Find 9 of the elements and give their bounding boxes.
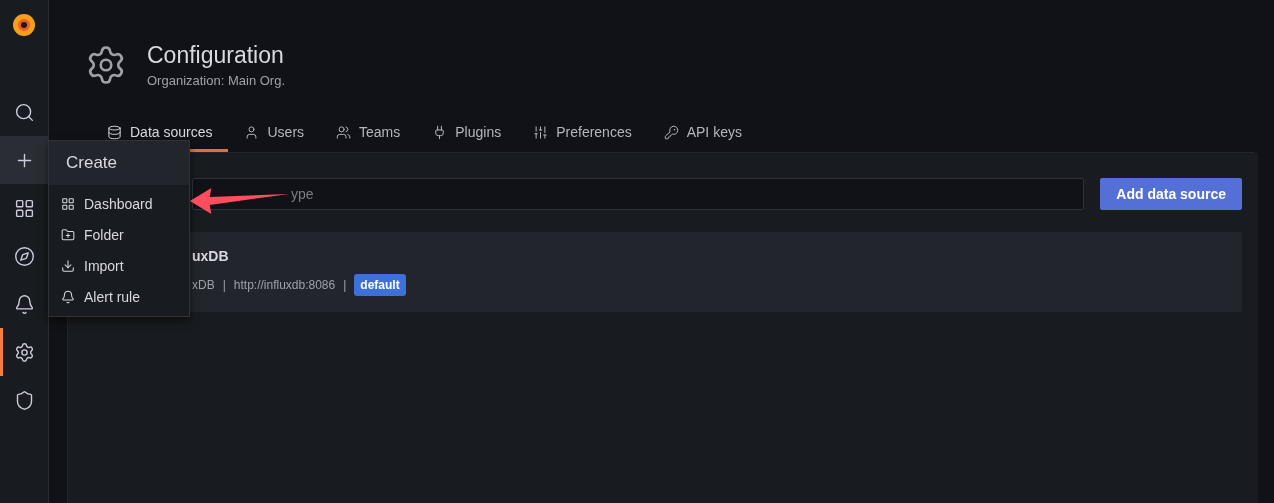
default-badge: default [354,274,406,296]
menu-title: Create [49,141,189,186]
separator: | [343,278,347,292]
page-subtitle: Organization: Main Org. [147,73,285,88]
data-source-type: xDB [192,278,215,292]
data-source-name: uxDB [192,248,230,264]
data-source-url: http://influxdb:8086 [233,278,336,292]
page-title: Configuration [147,42,285,69]
separator: | [222,278,226,292]
